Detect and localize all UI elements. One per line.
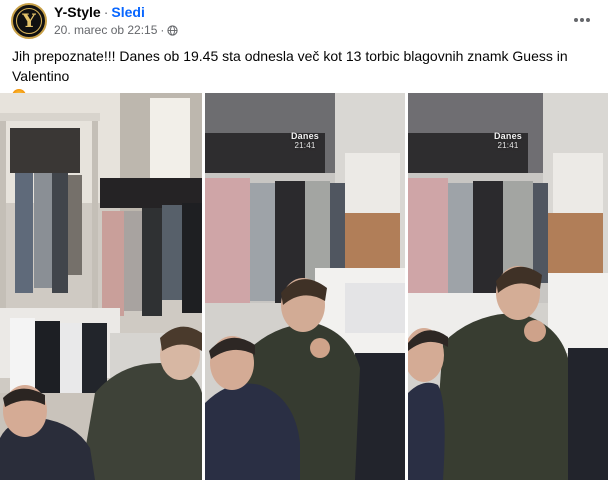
follow-button[interactable]: Sledi [111,4,144,20]
cctv-image-2 [205,93,405,480]
cctv-overlay-label: Danes 21:41 [408,131,608,151]
avatar-logo-letter: Y [22,10,36,32]
cctv-image-3 [408,93,608,480]
post-timestamp-link[interactable]: 20. marec ob 22:15 [54,23,157,37]
author-name-link[interactable]: Y-Style [54,4,101,20]
cctv-overlay-label: Danes 21:41 [205,131,405,151]
post-meta: 20. marec ob 22:15 · [54,23,179,37]
more-dot [586,18,590,22]
photo-grid: Danes 21:41 Danes 21:41 [0,93,608,480]
more-dot [580,18,584,22]
cctv-overlay-time: 21:41 [497,141,519,150]
cctv-overlay-text: Danes [493,131,522,141]
photo-2[interactable]: Danes 21:41 [205,93,405,480]
more-horizontal-icon [574,18,578,22]
author-line: Y-Style · Sledi [54,4,145,21]
cctv-image-1 [0,93,202,480]
cctv-overlay-text: Danes [290,131,319,141]
cctv-overlay-time: 21:41 [294,141,316,150]
globe-icon[interactable] [167,24,179,36]
meta-separator: · [160,23,165,37]
photo-3[interactable]: Danes 21:41 [408,93,608,480]
post-header: Y Y-Style · Sledi 20. marec ob 22:15 · [0,0,608,40]
separator-dot: · [103,4,109,20]
caption-text: Jih prepoznate!!! Danes ob 19.45 sta odn… [12,48,568,84]
page-avatar[interactable]: Y [11,3,47,39]
more-options-button[interactable] [572,10,592,30]
photo-1[interactable] [0,93,202,480]
